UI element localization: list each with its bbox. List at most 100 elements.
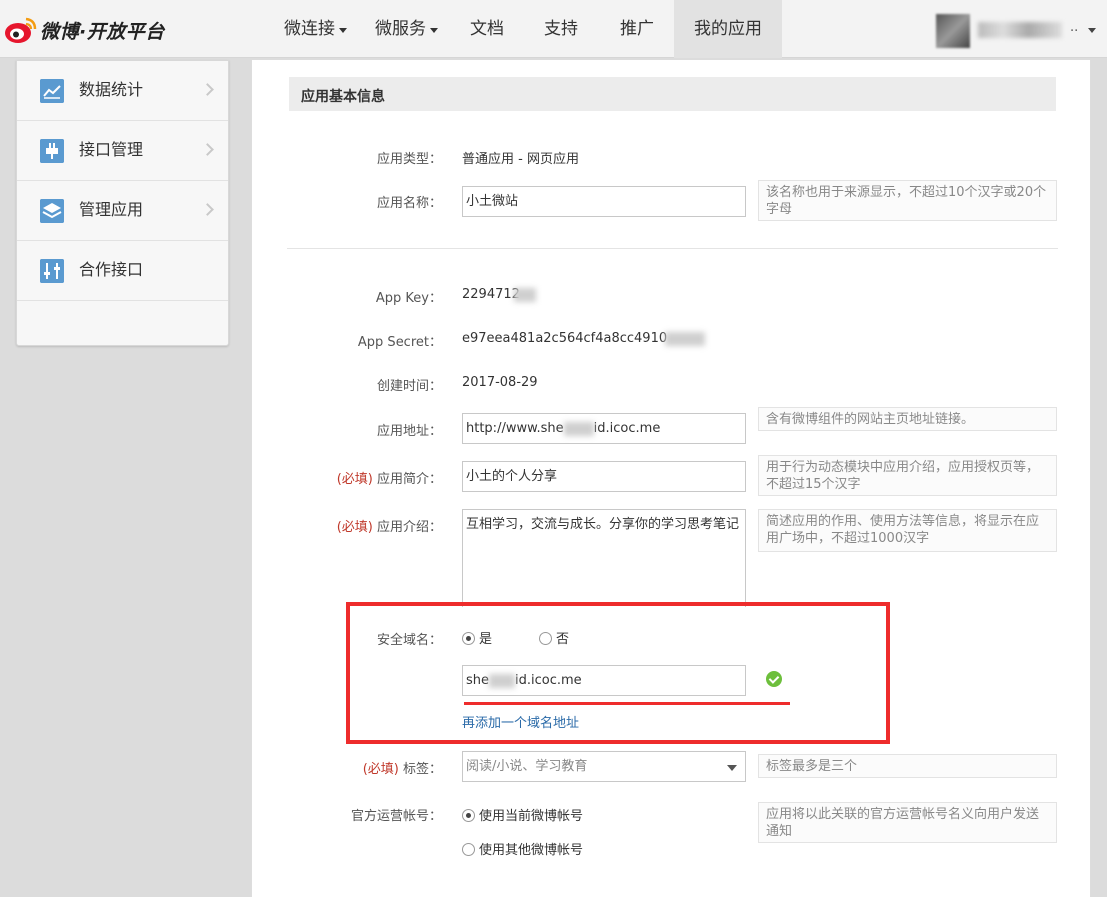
secure-domain-yes-option[interactable]: 是 [462, 628, 492, 647]
required-mark: (必填) [336, 472, 373, 487]
tags-label: (必填) 标签： [282, 758, 442, 777]
username-suffix: .. [1070, 20, 1079, 35]
nav-label: 支持 [544, 19, 578, 39]
sidebar: 数据统计 接口管理 管理应用 合作接口 [16, 60, 229, 346]
official-account-other-option[interactable]: 使用其他微博帐号 [462, 839, 583, 858]
required-mark: (必填) [336, 520, 373, 535]
nav-item-my-apps[interactable]: 我的应用 [674, 0, 782, 58]
chevron-down-icon [727, 765, 737, 771]
official-account-hint: 应用将以此关联的官方运营帐号名义向用户发送通知 [758, 802, 1057, 843]
app-brief-hint: 用于行为动态模块中应用介绍，应用授权页等，不超过15个汉字 [758, 455, 1057, 496]
chevron-right-icon [201, 143, 214, 156]
radio-unchecked-icon[interactable] [462, 843, 475, 856]
add-domain-link[interactable]: 再添加一个域名地址 [462, 712, 579, 731]
sliders-icon [40, 259, 64, 283]
highlight-underline [464, 702, 790, 705]
section-header: 应用基本信息 [289, 77, 1056, 111]
layers-icon [40, 199, 64, 223]
chart-icon [40, 79, 64, 103]
app-url-suffix: id.icoc.me [593, 421, 661, 436]
sidebar-item-label: 合作接口 [79, 260, 144, 279]
radio-checked-icon[interactable] [462, 632, 475, 645]
sidebar-item-data-stats[interactable]: 数据统计 [17, 61, 228, 121]
app-secret-label: App Secret： [357, 335, 442, 350]
chevron-right-icon [201, 203, 214, 216]
main-nav: 微连接 微服务 文档 支持 推广 我的应用 [270, 0, 782, 58]
chevron-down-icon [430, 27, 438, 33]
app-desc-label-text: 应用介绍： [376, 520, 442, 535]
app-secret-value: e97eea481a2c564cf4a8cc4910 [462, 331, 706, 346]
option-label: 是 [479, 632, 493, 647]
nav-item-wei-connect[interactable]: 微连接 [270, 0, 361, 58]
app-desc-textarea[interactable]: 互相学习，交流与成长。分享你的学习思考笔记 [462, 509, 746, 607]
redaction-blur [563, 421, 594, 436]
app-url-label: 应用地址： [376, 424, 442, 439]
main-panel: 应用基本信息 应用类型： 普通应用 - 网页应用 应用名称： 小土微站 该名称也… [251, 60, 1091, 897]
created-value: 2017-08-29 [462, 375, 538, 390]
nav-label: 微连接 [284, 19, 335, 39]
top-nav-bar: 微博·开放平台 微连接 微服务 文档 支持 推广 我的应用 .. [0, 0, 1107, 58]
username-redacted [978, 22, 1062, 38]
radio-checked-icon[interactable] [462, 809, 475, 822]
app-url-prefix: http://www.she [466, 421, 564, 436]
created-label: 创建时间： [376, 379, 442, 394]
app-brief-input[interactable]: 小土的个人分享 [462, 461, 746, 492]
weibo-logo[interactable]: 微博·开放平台 [4, 14, 165, 46]
nav-item-docs[interactable]: 文档 [452, 0, 522, 58]
logo-text: 微博·开放平台 [40, 20, 165, 43]
app-type-label: 应用类型： [376, 152, 442, 167]
official-account-current-option[interactable]: 使用当前微博帐号 [462, 805, 583, 824]
sidebar-item-partner-api[interactable]: 合作接口 [17, 241, 228, 301]
option-label: 否 [556, 632, 570, 647]
secure-domain-label: 安全域名： [376, 633, 442, 648]
app-desc-label: (必填) 应用介绍： [282, 516, 442, 535]
app-desc-hint: 简述应用的作用、使用方法等信息，将显示在应用广场中，不超过1000汉字 [758, 509, 1057, 552]
sidebar-item-api-manage[interactable]: 接口管理 [17, 121, 228, 181]
app-secret-text: e97eea481a2c564cf4a8cc4910 [462, 331, 668, 346]
sidebar-item-manage-app[interactable]: 管理应用 [17, 181, 228, 241]
chevron-down-icon [339, 27, 347, 33]
radio-unchecked-icon[interactable] [539, 632, 552, 645]
app-type-value: 普通应用 - 网页应用 [462, 152, 579, 167]
tags-hint: 标签最多是三个 [758, 754, 1057, 778]
domain-suffix: id.icoc.me [515, 673, 582, 688]
app-name-input[interactable]: 小土微站 [462, 186, 746, 217]
sidebar-item-label: 接口管理 [79, 140, 144, 159]
sidebar-item-label: 管理应用 [79, 200, 144, 219]
official-account-label: 官方运营帐号： [350, 809, 442, 824]
nav-item-wei-service[interactable]: 微服务 [361, 0, 452, 58]
section-title: 应用基本信息 [301, 89, 385, 105]
app-brief-value: 小土的个人分享 [466, 469, 558, 484]
app-name-label: 应用名称： [376, 196, 442, 211]
nav-label: 文档 [470, 19, 504, 39]
app-url-hint: 含有微博组件的网站主页地址链接。 [758, 407, 1057, 431]
app-url-input[interactable]: http://www.she id.icoc.me [462, 413, 746, 444]
avatar [936, 14, 970, 48]
app-name-hint: 该名称也用于来源显示，不超过10个汉字或20个字母 [758, 180, 1057, 221]
nav-label: 我的应用 [694, 19, 762, 39]
app-brief-label-text: 应用简介： [376, 472, 442, 487]
option-label: 使用其他微博帐号 [479, 843, 584, 858]
nav-item-promote[interactable]: 推广 [600, 0, 674, 58]
nav-item-support[interactable]: 支持 [522, 0, 600, 58]
user-menu[interactable]: .. [936, 14, 1096, 48]
app-key-value: 2294712 [462, 287, 536, 302]
plug-icon [40, 139, 64, 163]
required-mark: (必填) [362, 762, 399, 777]
redaction-blur [489, 673, 516, 688]
tags-select[interactable]: 阅读/小说、学习教育 [462, 751, 746, 782]
chevron-down-icon [1088, 28, 1096, 33]
tags-value: 阅读/小说、学习教育 [466, 759, 588, 774]
nav-label: 推广 [620, 19, 654, 39]
divider [287, 248, 1058, 249]
sidebar-item-label: 数据统计 [79, 80, 144, 99]
app-key-label: App Key： [375, 291, 442, 306]
nav-label: 微服务 [375, 19, 426, 39]
app-desc-value: 互相学习，交流与成长。分享你的学习思考笔记 [466, 517, 740, 532]
check-circle-icon [766, 671, 782, 687]
app-name-value: 小土微站 [466, 194, 519, 209]
option-label: 使用当前微博帐号 [479, 809, 584, 824]
redaction-blur [513, 287, 536, 302]
secure-domain-no-option[interactable]: 否 [539, 628, 569, 647]
secure-domain-input[interactable]: she id.icoc.me [462, 665, 746, 696]
